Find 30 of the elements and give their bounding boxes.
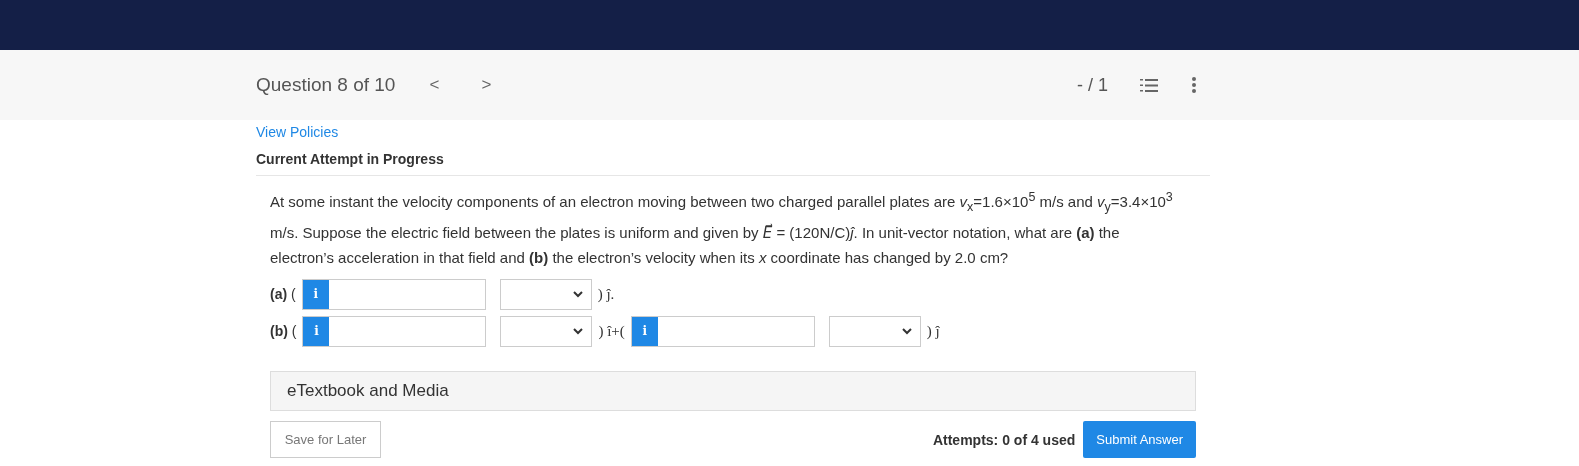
question-counter: Question 8 of 10 — [256, 74, 396, 96]
save-for-later-button[interactable]: Save for Later — [270, 421, 381, 458]
unit-dropdown[interactable] — [828, 315, 921, 347]
unit-vector-text: ) ĵ — [926, 322, 940, 340]
answer-field[interactable]: i — [630, 315, 815, 347]
answer-field[interactable]: i — [301, 278, 486, 310]
view-policies-link[interactable]: View Policies — [256, 124, 339, 140]
score-text: - / 1 — [1077, 74, 1108, 96]
more-menu-icon[interactable] — [1192, 77, 1196, 93]
etextbook-media-panel[interactable]: eTextbook and Media — [270, 371, 1196, 411]
info-button[interactable]: i — [631, 316, 658, 346]
next-button[interactable]: > — [475, 75, 498, 95]
part-label: (a) ( — [270, 286, 296, 302]
info-button[interactable]: i — [302, 279, 329, 309]
chevron-down-icon — [573, 327, 584, 335]
unit-dropdown[interactable] — [500, 315, 593, 347]
previous-button[interactable]: < — [423, 75, 446, 95]
part-label: (b) ( — [270, 323, 297, 339]
attempts-text: Attempts: 0 of 4 used — [932, 431, 1076, 448]
numbered-list-icon[interactable] — [1140, 77, 1158, 93]
question-text: At some instant the velocity components of an electron moving between two charged parallel plates are v$_{x}$=1.6×10$^{5}$ m/s and v$_{y}$=3.4×10$^{3}$ m/s. Suppose the electric field between the plates is uniform and given by E⃗ = (120N/C)ĵ. In unit-vector notation, what are (a) the electron’s acceleration in that field and (b) the electron’s velocity when its x coordinate has changed by 2.0 cm? — [270, 189, 1174, 268]
unit-dropdown[interactable] — [499, 278, 592, 310]
info-button[interactable]: i — [303, 316, 330, 346]
chevron-down-icon — [901, 327, 912, 335]
chevron-down-icon — [572, 290, 583, 298]
attempt-heading: Current Attempt in Progress — [256, 151, 1210, 176]
unit-vector-text: ) î+( — [598, 322, 625, 340]
submit-answer-button[interactable]: Submit Answer — [1083, 421, 1196, 458]
unit-vector-text: ) ĵ. — [597, 285, 615, 303]
answer-field[interactable]: i — [302, 315, 487, 347]
